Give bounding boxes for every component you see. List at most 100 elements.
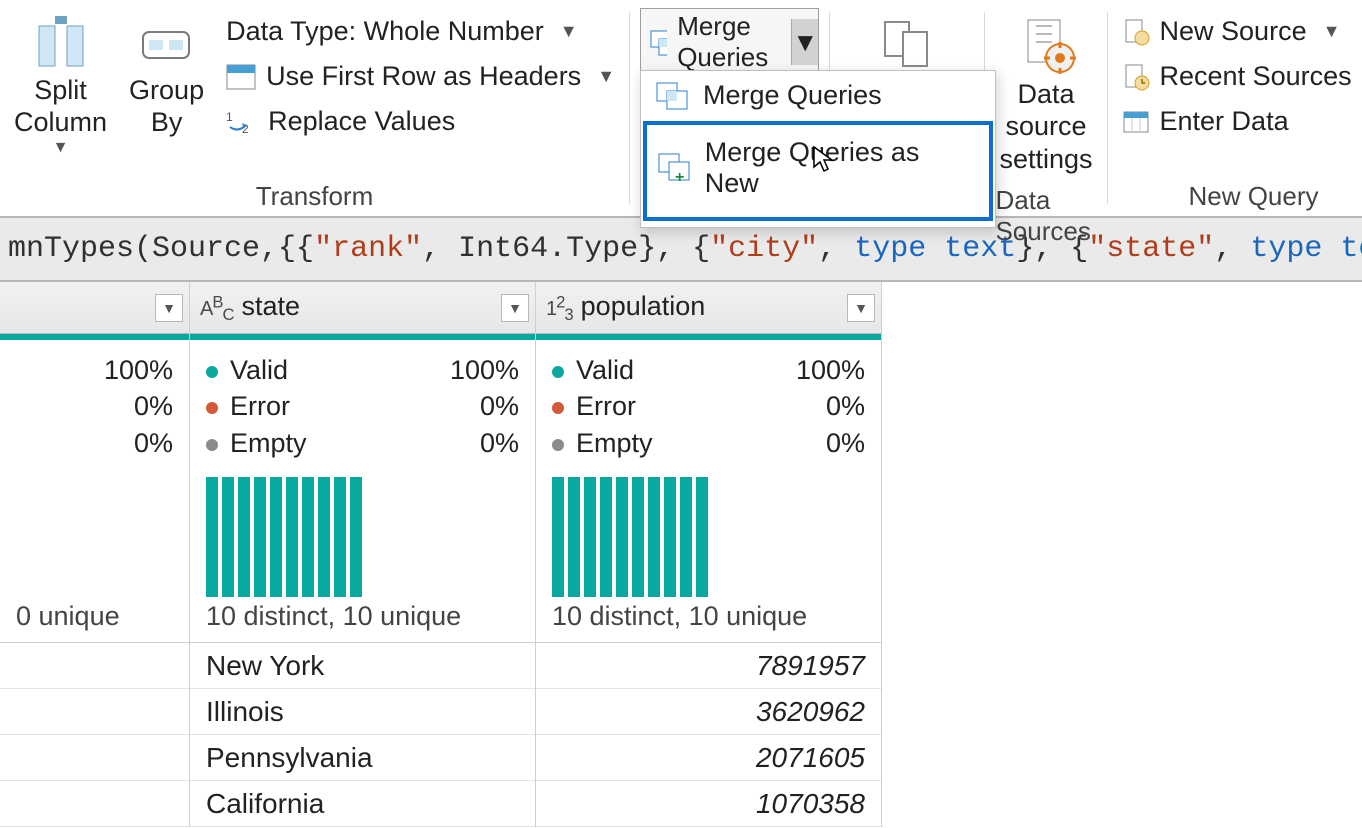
table-cell[interactable]: 1070358	[536, 781, 881, 827]
column-partial: ▼ 100% 0% 0% 0 unique	[0, 282, 190, 827]
ribbon-group-new-query: New Source ▼ Recent Sources ▼ Enter Data…	[1108, 0, 1362, 216]
ribbon: Split Column ▼ Group By Data Type: Whole…	[0, 0, 1362, 218]
type-wholenumber-icon: 123	[546, 298, 573, 320]
data-source-settings-label: Data source settings	[999, 78, 1092, 175]
error-dot-icon	[552, 402, 564, 414]
table-cell[interactable]: New York	[190, 643, 535, 689]
manage-parameters-icon	[875, 14, 939, 70]
dropdown-merge-queries-as-new[interactable]: + Merge Queries as New	[643, 121, 993, 221]
table-cell[interactable]: Pennsylvania	[190, 735, 535, 781]
group-label-transform: Transform	[256, 181, 374, 212]
empty-pct: 0%	[134, 425, 173, 461]
enter-data-icon	[1122, 108, 1150, 136]
table-cell[interactable]	[0, 735, 189, 781]
empty-dot-icon	[206, 439, 218, 451]
new-source-icon	[1122, 18, 1150, 46]
table-cell[interactable]: 3620962	[536, 689, 881, 735]
column-state: ABC state ▼ Valid 100% Error 0% Empty 0% 10 …	[190, 282, 536, 827]
data-type-button[interactable]: Data Type: Whole Number ▼	[222, 14, 581, 49]
ribbon-group-data-sources: Data source settings Data Sources	[985, 0, 1106, 216]
chevron-down-icon: ▼	[53, 139, 69, 157]
formula-text: mnTypes(Source,{{"rank", Int64.Type}, {"…	[8, 232, 1362, 266]
new-source-label: New Source	[1160, 16, 1307, 47]
table-cell[interactable]: Illinois	[190, 689, 535, 735]
merge-queries-icon	[655, 79, 689, 111]
distinct-label: 0 unique	[0, 601, 189, 642]
enter-data-label: Enter Data	[1160, 106, 1289, 137]
chevron-down-icon[interactable]: ▼	[791, 19, 818, 65]
merge-queries-dropdown: Merge Queries + Merge Queries as New	[640, 70, 996, 228]
error-pct: 0%	[826, 388, 865, 424]
split-column-label: Split Column	[14, 74, 107, 139]
valid-dot-icon	[206, 366, 218, 378]
empty-dot-icon	[552, 439, 564, 451]
column-header-population[interactable]: 123 population ▼	[536, 282, 881, 334]
table-cell[interactable]: California	[190, 781, 535, 827]
chevron-down-icon: ▼	[597, 66, 615, 87]
column-name: population	[581, 291, 706, 321]
chevron-down-icon: ▼	[1323, 21, 1341, 42]
recent-sources-icon	[1122, 63, 1150, 91]
svg-text:1: 1	[226, 110, 233, 124]
error-label: Error	[230, 391, 290, 421]
data-preview-grid: ▼ 100% 0% 0% 0 unique ABC state ▼ Valid 10…	[0, 282, 1362, 827]
merge-queries-icon	[649, 27, 667, 57]
column-name: state	[242, 291, 301, 321]
data-type-label: Data Type: Whole Number	[226, 16, 544, 47]
chevron-down-icon: ▼	[560, 21, 578, 42]
table-cell[interactable]: 7891957	[536, 643, 881, 689]
valid-label: Valid	[576, 355, 634, 385]
table-cell[interactable]	[0, 781, 189, 827]
svg-text:+: +	[675, 169, 684, 184]
empty-pct: 0%	[826, 425, 865, 461]
distribution-chart	[190, 463, 535, 601]
replace-values-label: Replace Values	[268, 106, 455, 137]
first-row-headers-button[interactable]: Use First Row as Headers ▼	[222, 59, 619, 94]
first-row-headers-label: Use First Row as Headers	[266, 61, 581, 92]
column-header-state[interactable]: ABC state ▼	[190, 282, 535, 334]
valid-pct: 100%	[450, 352, 519, 388]
merge-queries-split-button[interactable]: Merge Queries ▼	[640, 8, 819, 76]
error-label: Error	[576, 391, 636, 421]
empty-label: Empty	[230, 428, 307, 458]
table-cell[interactable]: 2071605	[536, 735, 881, 781]
filter-dropdown-button[interactable]: ▼	[501, 294, 529, 322]
distinct-label: 10 distinct, 10 unique	[190, 601, 535, 642]
group-label-new-query: New Query	[1188, 181, 1318, 212]
replace-values-button[interactable]: 12 Replace Values	[222, 104, 459, 139]
recent-sources-label: Recent Sources	[1160, 61, 1352, 92]
table-header-icon	[226, 64, 256, 90]
group-by-button[interactable]: Group By	[125, 8, 208, 145]
merge-queries-new-icon: +	[657, 152, 691, 184]
dropdown-merge-queries-label: Merge Queries	[703, 80, 882, 111]
ribbon-group-transform: Split Column ▼ Group By Data Type: Whole…	[0, 0, 629, 216]
valid-pct: 100%	[104, 352, 173, 388]
new-source-button[interactable]: New Source ▼	[1118, 14, 1345, 49]
error-dot-icon	[206, 402, 218, 414]
replace-values-icon: 12	[226, 109, 258, 135]
table-cell[interactable]	[0, 643, 189, 689]
error-pct: 0%	[480, 388, 519, 424]
table-cell[interactable]	[0, 689, 189, 735]
column-header[interactable]: ▼	[0, 282, 189, 334]
merge-queries-label: Merge Queries	[677, 11, 781, 73]
group-label-data-sources: Data Sources	[995, 185, 1096, 247]
group-by-icon	[135, 14, 199, 74]
column-population: 123 population ▼ Valid 100% Error 0% Empty 0…	[536, 282, 882, 827]
filter-dropdown-button[interactable]: ▼	[847, 294, 875, 322]
empty-pct: 0%	[480, 425, 519, 461]
valid-pct: 100%	[796, 352, 865, 388]
data-source-settings-button[interactable]: Data source settings	[995, 8, 1096, 181]
recent-sources-button[interactable]: Recent Sources ▼	[1118, 59, 1362, 94]
distinct-label: 10 distinct, 10 unique	[536, 601, 881, 642]
dropdown-merge-queries-as-new-label: Merge Queries as New	[705, 137, 979, 199]
filter-dropdown-button[interactable]: ▼	[155, 294, 183, 322]
valid-label: Valid	[230, 355, 288, 385]
empty-label: Empty	[576, 428, 653, 458]
ribbon-group-combine: Merge Queries ▼ Merge Queries + Merge Qu…	[630, 0, 829, 216]
type-text-icon: ABC	[200, 298, 234, 320]
enter-data-button[interactable]: Enter Data	[1118, 104, 1293, 139]
dropdown-merge-queries[interactable]: Merge Queries	[641, 71, 995, 119]
split-column-button[interactable]: Split Column ▼	[10, 8, 111, 163]
data-source-settings-icon	[1014, 14, 1078, 78]
